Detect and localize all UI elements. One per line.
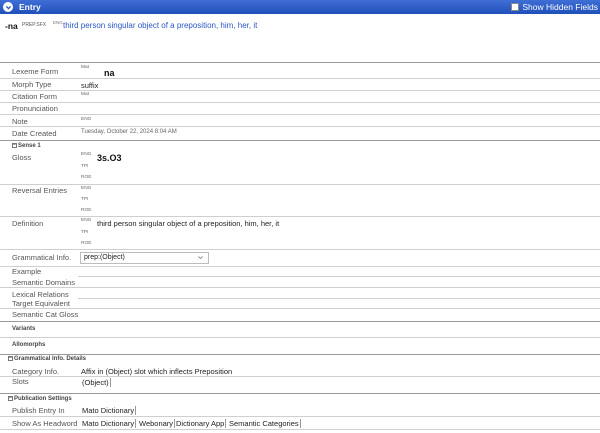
entry-summary: -na PREP.SFX ENG third person singular o… [0, 14, 600, 62]
publication-section-label: Publication Settings [14, 396, 72, 403]
divider [0, 393, 600, 394]
note-label: Note [12, 117, 28, 126]
semantic-cat-gloss-label: Semantic Cat Gloss [12, 310, 79, 319]
sense-section-label: Sense 1 [18, 143, 41, 150]
reversal-ws-eng: ENG [81, 186, 92, 191]
show-hidden-fields-toggle[interactable]: Show Hidden Fields [511, 2, 598, 12]
reversal-entries-label: Reversal Entries [12, 186, 68, 195]
definition-eng-field[interactable]: third person singular object of a prepos… [97, 219, 279, 228]
slot-chip[interactable]: (Object) [81, 378, 111, 387]
definition-ws-eng: ENG [81, 218, 92, 223]
divider [0, 354, 600, 355]
divider [0, 78, 600, 79]
gram-details-section-label: Grammatical Info. Details [14, 356, 87, 363]
target-equivalent-label: Target Equivalent [12, 299, 70, 308]
allomorphs-group[interactable]: Allomorphs [12, 342, 45, 348]
divider [0, 184, 600, 185]
divider [0, 249, 600, 250]
gloss-eng-field[interactable]: 3s.O3 [97, 153, 122, 163]
grammatical-info-label: Grammatical Info. [12, 253, 72, 262]
gloss-ws-eng: ENG [81, 152, 92, 157]
semantic-domains-label: Semantic Domains [12, 278, 75, 287]
divider [0, 321, 600, 322]
divider [78, 276, 600, 277]
divider [78, 298, 600, 299]
summary-gram-info: PREP.SFX [22, 22, 47, 28]
date-created-label: Date Created [12, 129, 57, 138]
publish-entry-in-label: Publish Entry In [12, 406, 65, 415]
entry-title-bar: Entry Show Hidden Fields [0, 0, 600, 14]
chevron-down-icon [198, 256, 203, 260]
reversal-ws-roe: ROE [81, 208, 92, 213]
citation-form-label: Citation Form [12, 92, 58, 101]
gram-details-section-header[interactable]: − Grammatical Info. Details [8, 356, 86, 362]
collapse-box-icon[interactable]: − [12, 143, 17, 148]
definition-ws-tpi: TPI [81, 230, 89, 235]
divider [0, 287, 600, 288]
divider [0, 102, 600, 103]
date-created-value: Tuesday, October 22, 2024 8:04 AM [81, 129, 177, 135]
summary-lexeme: -na [5, 21, 18, 31]
divider [0, 376, 600, 377]
divider [0, 337, 600, 338]
divider [0, 216, 600, 217]
divider [0, 114, 600, 115]
morph-type-field[interactable]: suffix [81, 81, 98, 90]
lexical-relations-label: Lexical Relations [12, 290, 69, 299]
divider [0, 62, 600, 63]
note-ws: ENG [81, 117, 92, 122]
collapse-box-icon[interactable]: − [8, 356, 13, 361]
definition-ws-roe: ROE [81, 241, 92, 246]
publish-in-chip[interactable]: Mato Dictionary [81, 406, 137, 415]
grammatical-info-dropdown[interactable]: prep:(Object) [80, 252, 209, 264]
example-label: Example [12, 267, 42, 276]
summary-definition[interactable]: third person singular object of a prepos… [63, 21, 257, 30]
definition-label: Definition [12, 219, 44, 228]
publication-section-header[interactable]: − Publication Settings [8, 396, 72, 402]
divider [0, 140, 600, 141]
lexeme-form-ws: Mat [81, 65, 89, 70]
summary-ws-tag: ENG [53, 20, 63, 25]
gloss-ws-tpi: TPI [81, 164, 89, 169]
headword-chip-mato-dictionary[interactable]: Mato Dictionary [81, 419, 137, 428]
divider [0, 126, 600, 127]
divider [0, 308, 600, 309]
collapse-box-icon[interactable]: − [8, 396, 13, 401]
variants-group[interactable]: Variants [12, 326, 35, 332]
divider [0, 429, 600, 430]
gloss-label: Gloss [12, 153, 32, 162]
morph-type-label: Morph Type [12, 80, 52, 89]
divider [0, 416, 600, 417]
show-hidden-fields-label: Show Hidden Fields [522, 2, 598, 12]
headword-chip-dictionary-app[interactable]: Dictionary App [175, 419, 227, 428]
collapse-chevron-icon[interactable] [3, 2, 13, 12]
category-info-value[interactable]: Affix in (Object) slot which inflects Pr… [81, 367, 232, 376]
slots-label: Slots [12, 377, 29, 386]
headword-chip-webonary[interactable]: Webonary [138, 419, 176, 428]
reversal-ws-tpi: TPI [81, 197, 89, 202]
lexeme-form-label: Lexeme Form [12, 67, 59, 76]
sense-section-header[interactable]: − Sense 1 [12, 143, 41, 149]
entry-title: Entry [19, 2, 41, 12]
pronunciation-label: Pronunciation [12, 104, 58, 113]
citation-form-ws: Mat [81, 92, 89, 97]
headword-chip-semantic-categories[interactable]: Semantic Categories [228, 419, 301, 428]
gloss-ws-roe: ROE [81, 175, 92, 180]
divider [0, 90, 600, 91]
show-hidden-fields-checkbox[interactable] [511, 3, 520, 11]
divider [0, 266, 600, 267]
grammatical-info-value: prep:(Object) [84, 254, 125, 261]
show-as-headword-label: Show As Headword [12, 419, 78, 428]
lexeme-form-field[interactable]: na [104, 68, 115, 78]
category-info-label: Category Info. [12, 367, 60, 376]
